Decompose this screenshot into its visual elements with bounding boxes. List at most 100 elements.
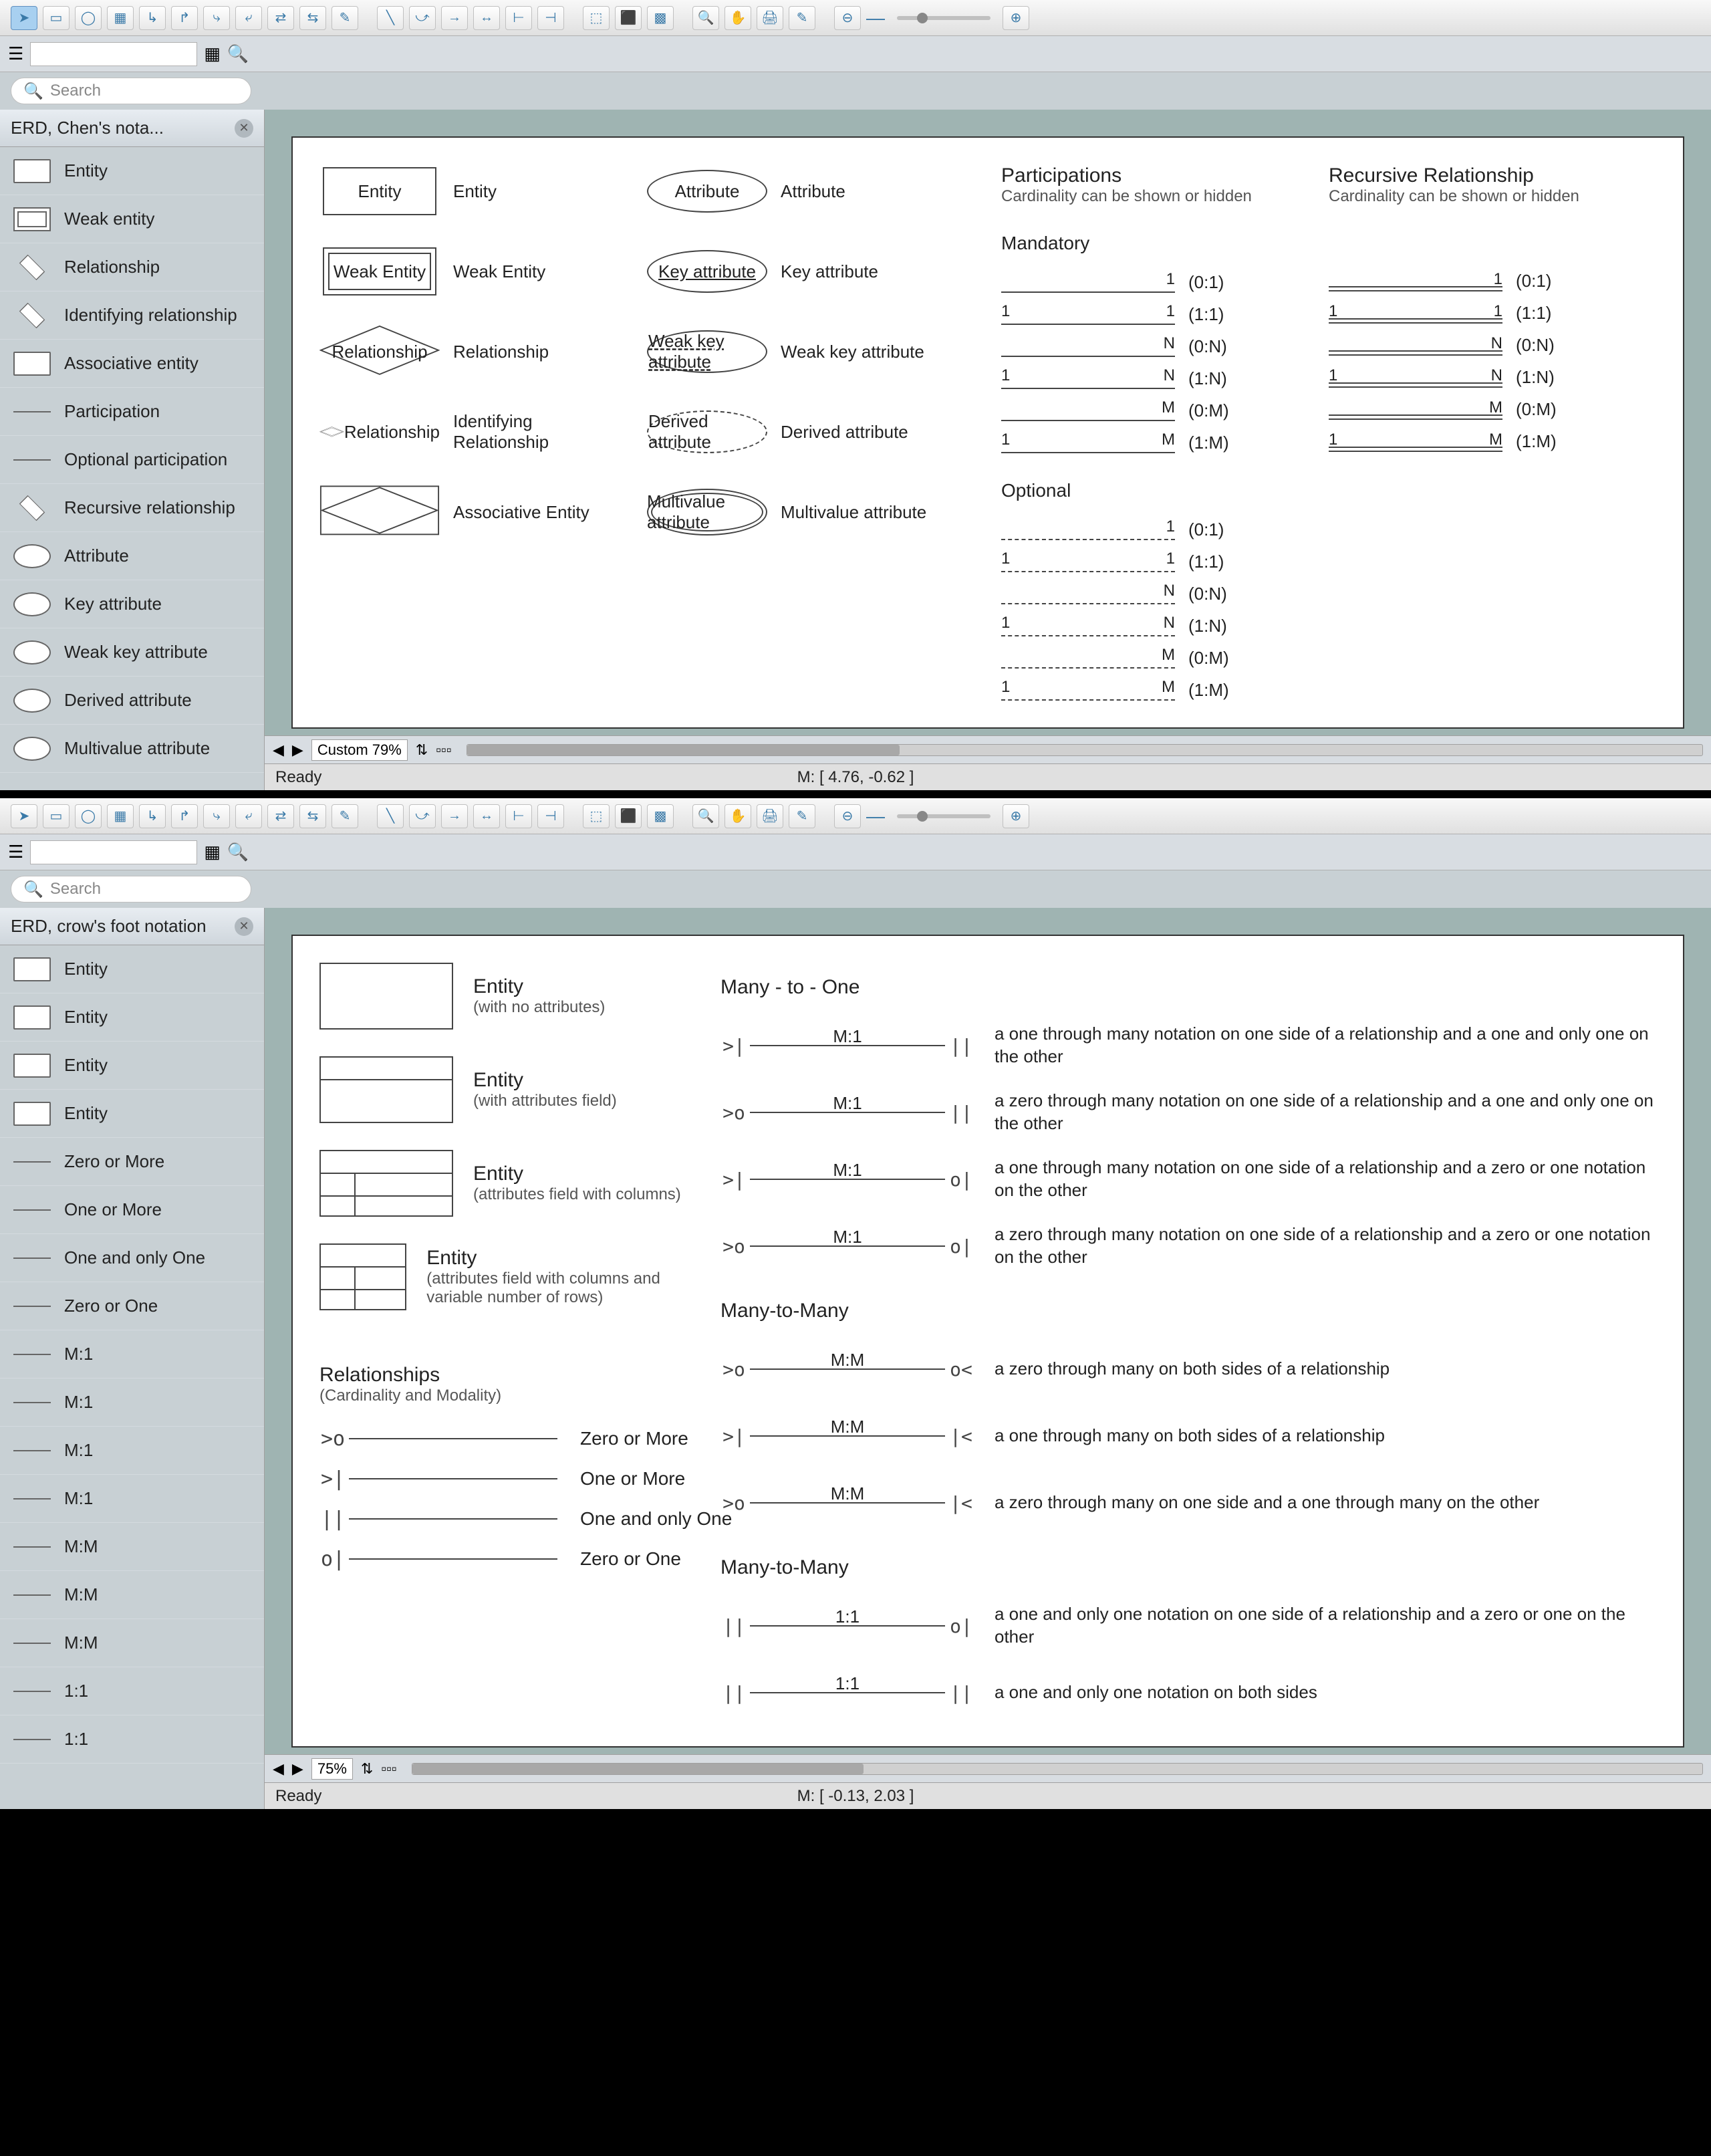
library-shape-item[interactable]: Key attribute <box>0 580 264 628</box>
pointer-tool[interactable]: ➤ <box>11 804 37 828</box>
library-shape-item[interactable]: Participation <box>0 388 264 436</box>
grid-view-icon[interactable]: ▦ <box>204 842 221 862</box>
rect-tool[interactable]: ▭ <box>43 804 70 828</box>
zoom-slider[interactable] <box>897 814 991 818</box>
group-tool-2[interactable]: ⬛ <box>615 6 642 30</box>
rect-tool[interactable]: ▭ <box>43 6 70 30</box>
canvas[interactable]: Entity Entity Weak Entity Weak Entity Re… <box>291 136 1684 729</box>
connector-tool-6[interactable]: ⇆ <box>299 804 326 828</box>
zoom-level[interactable]: 75% <box>311 1758 353 1780</box>
search-toggle-icon[interactable]: 🔍 <box>227 43 249 64</box>
library-selector[interactable] <box>30 42 197 66</box>
group-tool-1[interactable]: ⬚ <box>583 804 610 828</box>
library-shape-item[interactable]: One or More <box>0 1186 264 1234</box>
curve-tool[interactable]: ⤻ <box>409 6 436 30</box>
library-shape-item[interactable]: Attribute <box>0 532 264 580</box>
pan-tool[interactable]: ✋ <box>725 6 751 30</box>
table-tool[interactable]: ▦ <box>107 6 134 30</box>
library-shape-item[interactable]: Entity <box>0 1090 264 1138</box>
curve-tool[interactable]: ⤻ <box>409 804 436 828</box>
library-shape-item[interactable]: Zero or More <box>0 1138 264 1186</box>
search-input[interactable]: 🔍 Search <box>11 876 251 903</box>
tree-view-icon[interactable]: ☰ <box>8 842 23 862</box>
page-nav-prev[interactable]: ◀ <box>273 1760 284 1778</box>
connector-tool-2[interactable]: ↱ <box>171 804 198 828</box>
h-scrollbar[interactable] <box>467 744 1703 756</box>
zoom-stepper[interactable]: ⇅ <box>361 1760 373 1778</box>
connector-tool-4[interactable]: ⤶ <box>235 6 262 30</box>
connector-tool-1[interactable]: ↳ <box>139 6 166 30</box>
library-shape-item[interactable]: Entity <box>0 147 264 195</box>
pan-tool[interactable]: ✋ <box>725 804 751 828</box>
ellipse-tool[interactable]: ◯ <box>75 804 102 828</box>
arrow-tool[interactable]: → <box>441 804 468 828</box>
page-tabs[interactable]: ▫▫▫ <box>436 741 451 759</box>
close-icon[interactable]: ✕ <box>235 917 253 936</box>
note-tool[interactable]: ✎ <box>332 6 358 30</box>
page-tabs[interactable]: ▫▫▫ <box>381 1760 396 1778</box>
library-shape-item[interactable]: 1:1 <box>0 1667 264 1715</box>
print-tool[interactable]: 🖨 <box>757 6 783 30</box>
bracket-tool[interactable]: ⊣ <box>537 6 564 30</box>
library-shape-item[interactable]: M:M <box>0 1523 264 1571</box>
dimension-tool[interactable]: ⊢ <box>505 804 532 828</box>
library-shape-item[interactable]: Optional participation <box>0 436 264 484</box>
library-shape-item[interactable]: Weak entity <box>0 195 264 243</box>
zoom-in-icon[interactable]: ⊕ <box>1003 6 1029 30</box>
print-tool[interactable]: 🖨 <box>757 804 783 828</box>
table-tool[interactable]: ▦ <box>107 804 134 828</box>
connector-tool-1[interactable]: ↳ <box>139 804 166 828</box>
double-arrow-tool[interactable]: ↔ <box>473 804 500 828</box>
connector-tool-2[interactable]: ↱ <box>171 6 198 30</box>
zoom-out-icon[interactable]: ⊖ <box>834 6 861 30</box>
ellipse-tool[interactable]: ◯ <box>75 6 102 30</box>
connector-tool-5[interactable]: ⇄ <box>267 804 294 828</box>
dimension-tool[interactable]: ⊢ <box>505 6 532 30</box>
search-input[interactable]: 🔍 Search <box>11 78 251 104</box>
page-nav-next[interactable]: ▶ <box>292 741 303 759</box>
bracket-tool[interactable]: ⊣ <box>537 804 564 828</box>
search-toggle-icon[interactable]: 🔍 <box>227 842 249 862</box>
connector-tool-3[interactable]: ⤷ <box>203 6 230 30</box>
zoom-stepper[interactable]: ⇅ <box>416 741 428 759</box>
library-shape-item[interactable]: Entity <box>0 945 264 993</box>
library-shape-item[interactable]: M:1 <box>0 1379 264 1427</box>
h-scrollbar[interactable] <box>412 1763 1703 1775</box>
library-shape-item[interactable]: Multivalue attribute <box>0 725 264 773</box>
group-tool-1[interactable]: ⬚ <box>583 6 610 30</box>
close-icon[interactable]: ✕ <box>235 119 253 138</box>
zoom-out-icon[interactable]: ⊖ <box>834 804 861 828</box>
double-arrow-tool[interactable]: ↔ <box>473 6 500 30</box>
group-tool-3[interactable]: ▩ <box>647 804 674 828</box>
connector-tool-5[interactable]: ⇄ <box>267 6 294 30</box>
library-shape-item[interactable]: Associative entity <box>0 340 264 388</box>
library-shape-item[interactable]: Weak key attribute <box>0 628 264 677</box>
group-tool-2[interactable]: ⬛ <box>615 804 642 828</box>
arrow-tool[interactable]: → <box>441 6 468 30</box>
library-shape-item[interactable]: Zero or One <box>0 1282 264 1330</box>
grid-view-icon[interactable]: ▦ <box>204 43 221 64</box>
pointer-tool[interactable]: ➤ <box>11 6 37 30</box>
library-panel-title[interactable]: ERD, Chen's nota... ✕ <box>0 110 264 147</box>
eyedropper-tool[interactable]: ✎ <box>789 804 815 828</box>
library-shape-item[interactable]: M:1 <box>0 1475 264 1523</box>
library-shape-item[interactable]: M:M <box>0 1571 264 1619</box>
page-nav-prev[interactable]: ◀ <box>273 741 284 759</box>
zoom-in-icon[interactable]: ⊕ <box>1003 804 1029 828</box>
library-panel-title[interactable]: ERD, crow's foot notation ✕ <box>0 908 264 945</box>
line-tool[interactable]: ╲ <box>377 804 404 828</box>
tree-view-icon[interactable]: ☰ <box>8 43 23 64</box>
zoom-in-tool[interactable]: 🔍 <box>692 804 719 828</box>
library-shape-item[interactable]: Derived attribute <box>0 677 264 725</box>
canvas[interactable]: Entity(with no attributes) Entity(with a… <box>291 935 1684 1748</box>
group-tool-3[interactable]: ▩ <box>647 6 674 30</box>
library-shape-item[interactable]: M:1 <box>0 1330 264 1379</box>
zoom-in-tool[interactable]: 🔍 <box>692 6 719 30</box>
zoom-level[interactable]: Custom 79% <box>311 739 408 761</box>
library-shape-item[interactable]: Identifying relationship <box>0 291 264 340</box>
library-shape-item[interactable]: M:M <box>0 1619 264 1667</box>
connector-tool-3[interactable]: ⤷ <box>203 804 230 828</box>
library-shape-item[interactable]: M:1 <box>0 1427 264 1475</box>
library-shape-item[interactable]: Entity <box>0 1042 264 1090</box>
connector-tool-4[interactable]: ⤶ <box>235 804 262 828</box>
